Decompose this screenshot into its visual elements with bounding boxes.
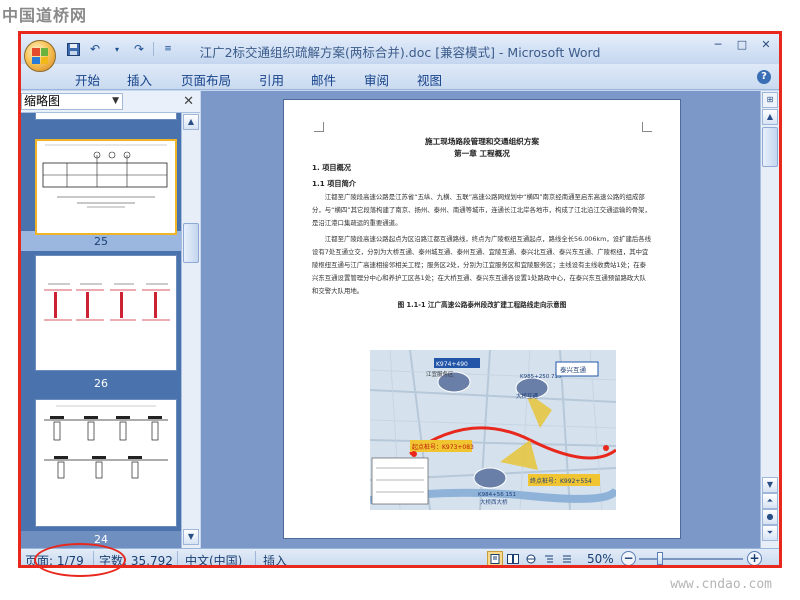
tab-view[interactable]: 视图 (417, 70, 442, 89)
insert-mode-status[interactable]: 插入 (263, 552, 287, 565)
thumbnail-scrollbar[interactable]: ▲ ▼ (181, 113, 200, 548)
help-icon[interactable]: ? (757, 70, 771, 84)
status-bar: 页面: 1/79 字数: 35,792 中文(中国) 插入 50% − + (21, 548, 779, 565)
next-page-icon[interactable]: ⏷ (762, 525, 778, 541)
doc-paragraph: 江都至广陵段高速公路起点为区沿路江都互通路线，终点为广陵枢纽互通起点，路线全长5… (312, 234, 652, 295)
ruler-toggle-icon[interactable]: ⊞ (762, 92, 778, 108)
web-layout-icon[interactable] (523, 551, 539, 565)
doc-subsection-heading: 1.1 项目简介 (312, 178, 356, 188)
doc-title: 施工现场路段管理和交通组织方案 (425, 137, 539, 146)
map-label: K974+490 (436, 361, 468, 368)
title-bar: ↶ ▾ ↷ ≡ 江广2标交通组织疏解方案(两标合并).doc [兼容模式] - … (21, 34, 779, 64)
document-page[interactable]: 施工现场路段管理和交通组织方案 第一章 工程概况 1. 项目概况 1.1 项目简… (283, 99, 681, 539)
map-label: 起点桩号：K973+083 (412, 443, 474, 451)
doc-chapter: 第一章 工程概况 (454, 149, 510, 159)
outline-view-icon[interactable] (541, 551, 557, 565)
scroll-up-icon[interactable]: ▲ (183, 114, 199, 130)
scroll-down-icon[interactable]: ▼ (183, 529, 199, 545)
word-count-status[interactable]: 字数: 35,792 (99, 552, 173, 565)
map-label: 大桥西大桥 (480, 498, 508, 506)
browse-object-icon[interactable]: ● (762, 509, 778, 525)
map-label: 泰兴互通 (560, 365, 587, 374)
tab-mailings[interactable]: 邮件 (311, 70, 336, 89)
zoom-level[interactable]: 50% (587, 552, 614, 565)
thumbnail-page-26[interactable] (35, 255, 177, 371)
tab-insert[interactable]: 插入 (127, 70, 152, 89)
thumbnail-page-number: 26 (94, 377, 108, 390)
figure-caption: 图 1.1-1 江广高速公路泰州段改扩建工程路线走向示意图 (397, 300, 567, 309)
doc-paragraph: 江都至广陵段高速公路是江苏省“五纵、九横、五联”高速公路网规划中“横四”南京经南… (312, 192, 651, 227)
office-logo-icon (32, 48, 48, 64)
chevron-down-icon: ▼ (112, 96, 119, 106)
map-label: 江宜服务区 (426, 370, 454, 378)
scroll-thumb[interactable] (183, 223, 199, 263)
minimize-icon[interactable]: ─ (711, 38, 725, 52)
scroll-up-icon[interactable]: ▲ (762, 109, 778, 125)
status-divider (93, 551, 94, 565)
document-body: 施工现场路段管理和交通组织方案 第一章 工程概况 1. 项目概况 1.1 项目简… (312, 136, 652, 311)
thumbnail-page-number: 24 (94, 533, 108, 546)
thumbnail-drawing (44, 283, 170, 321)
close-pane-icon[interactable]: ✕ (183, 94, 194, 109)
zoom-in-icon[interactable]: + (747, 551, 762, 565)
close-icon[interactable]: ✕ (759, 38, 773, 52)
ribbon-tab-bar: 开始 插入 页面布局 引用 邮件 审阅 视图 ? (21, 64, 779, 90)
previous-page-icon[interactable]: ⏶ (762, 493, 778, 509)
tab-page-layout[interactable]: 页面布局 (181, 70, 231, 89)
tab-review[interactable]: 审阅 (364, 70, 389, 89)
zoom-slider[interactable] (639, 558, 743, 560)
thumbnail-pane: 缩略图 ▼ ✕ 25 26 24 ▲ ▼ (21, 91, 200, 548)
print-layout-icon[interactable] (487, 551, 503, 565)
thumbnail-page-partial[interactable] (35, 113, 177, 120)
map-label: 大桥互通 (516, 392, 539, 400)
window-title: 江广2标交通组织疏解方案(两标合并).doc [兼容模式] - Microsof… (199, 45, 601, 60)
watermark-logo: 中国道桥网 (2, 6, 88, 25)
thumbnail-page-25[interactable] (35, 139, 177, 235)
map-label: 终点桩号：K992+554 (530, 477, 592, 485)
full-screen-reading-icon[interactable] (505, 551, 521, 565)
draft-view-icon[interactable] (559, 551, 575, 565)
thumbnail-page-24[interactable] (35, 399, 177, 527)
page-count-status[interactable]: 页面: 1/79 (25, 552, 84, 565)
document-vertical-scrollbar[interactable]: ⊞ ▲ ▼ ⏶ ● ⏷ (760, 91, 779, 548)
scroll-down-icon[interactable]: ▼ (762, 477, 778, 493)
zoom-out-icon[interactable]: − (621, 551, 636, 565)
word-window: ↶ ▾ ↷ ≡ 江广2标交通组织疏解方案(两标合并).doc [兼容模式] - … (18, 31, 782, 568)
thumbnail-drawing (44, 405, 168, 479)
crop-mark (642, 122, 652, 132)
tab-home[interactable]: 开始 (75, 70, 100, 89)
language-status[interactable]: 中文(中国) (185, 552, 242, 565)
zoom-slider-knob[interactable] (657, 552, 663, 565)
thumbnail-drawing (42, 144, 168, 208)
pane-view-value: 缩略图 (24, 94, 61, 108)
tab-references[interactable]: 引用 (259, 70, 284, 89)
route-map-figure: K974+490 江宜服务区 K985+250 715 泰兴互通 大桥互通 起点… (370, 350, 616, 510)
watermark-url: www.cndao.com (670, 577, 772, 592)
thumbnail-pane-header: 缩略图 ▼ ✕ (21, 91, 200, 113)
office-button[interactable] (24, 40, 56, 72)
crop-mark (314, 122, 324, 132)
maximize-icon[interactable]: □ (735, 38, 749, 52)
route-map-drawing: K974+490 江宜服务区 K985+250 715 泰兴互通 大桥互通 起点… (370, 350, 616, 510)
document-canvas: 施工现场路段管理和交通组织方案 第一章 工程概况 1. 项目概况 1.1 项目简… (201, 91, 760, 548)
thumbnail-list: 25 26 24 (21, 113, 181, 548)
status-divider (177, 551, 178, 565)
status-divider (255, 551, 256, 565)
scroll-thumb[interactable] (762, 127, 778, 167)
doc-section-heading: 1. 项目概况 (312, 163, 351, 173)
map-label: K984+56 151 (478, 492, 516, 498)
window-controls: ─ □ ✕ (711, 38, 773, 52)
pane-view-dropdown[interactable]: 缩略图 ▼ (21, 93, 123, 110)
thumbnail-page-number: 25 (94, 235, 108, 248)
